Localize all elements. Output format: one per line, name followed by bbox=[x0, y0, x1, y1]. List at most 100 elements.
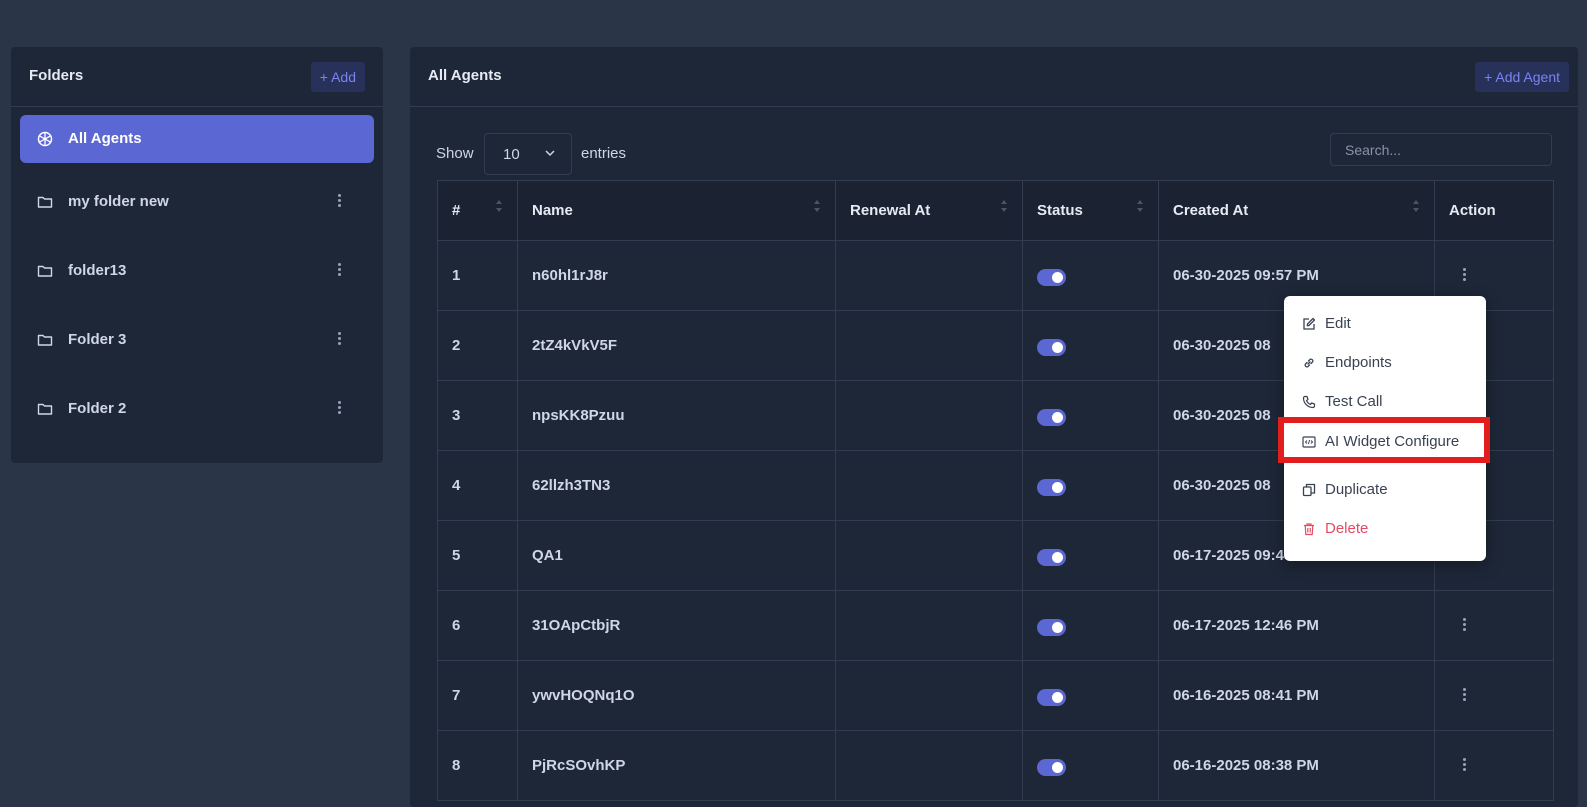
sidebar-item-folder[interactable]: folder13 bbox=[20, 247, 374, 295]
column-header-number[interactable]: # bbox=[437, 180, 518, 241]
cell-name: ywvHOQNq1O bbox=[517, 660, 836, 731]
cell-status bbox=[1022, 240, 1159, 311]
status-toggle[interactable] bbox=[1037, 479, 1066, 496]
column-header-created[interactable]: Created At bbox=[1158, 180, 1435, 241]
entries-select[interactable]: 10 bbox=[484, 133, 572, 175]
cell-renewal bbox=[835, 310, 1023, 381]
cell-name: 31OApCtbjR bbox=[517, 590, 836, 661]
copy-icon bbox=[1302, 483, 1316, 497]
add-agent-button[interactable]: + Add Agent bbox=[1475, 62, 1569, 92]
page-title: All Agents bbox=[428, 67, 502, 84]
cell-action bbox=[1434, 590, 1554, 661]
folders-title: Folders bbox=[29, 67, 84, 84]
entries-value: 10 bbox=[503, 146, 520, 163]
status-toggle[interactable] bbox=[1037, 549, 1066, 566]
cell-renewal bbox=[835, 240, 1023, 311]
status-toggle[interactable] bbox=[1037, 269, 1066, 286]
folder-label: All Agents bbox=[68, 130, 142, 147]
more-options-icon[interactable] bbox=[332, 330, 346, 350]
column-header-name[interactable]: Name bbox=[517, 180, 836, 241]
folder-label: Folder 2 bbox=[68, 400, 127, 417]
sort-icon bbox=[814, 200, 820, 212]
table-row: 7 ywvHOQNq1O 06-16-2025 08:41 PM bbox=[437, 660, 1554, 731]
sidebar-item-all-agents[interactable]: All Agents bbox=[20, 115, 374, 163]
more-options-icon[interactable] bbox=[332, 261, 346, 281]
menu-item-endpoints[interactable]: Endpoints bbox=[1284, 346, 1486, 380]
folders-panel: Folders + Add All Agents my folder new f… bbox=[11, 47, 383, 463]
table-row: 8 PjRcSOvhKP 06-16-2025 08:38 PM bbox=[437, 730, 1554, 801]
row-actions-icon[interactable] bbox=[1457, 756, 1471, 776]
column-header-renewal[interactable]: Renewal At bbox=[835, 180, 1023, 241]
sidebar-item-folder[interactable]: Folder 2 bbox=[20, 385, 374, 433]
cell-status bbox=[1022, 590, 1159, 661]
sidebar-item-folder[interactable]: Folder 3 bbox=[20, 316, 374, 364]
menu-label: Duplicate bbox=[1325, 481, 1388, 498]
highlight-box bbox=[1278, 417, 1490, 463]
row-actions-icon[interactable] bbox=[1457, 686, 1471, 706]
action-menu: Edit Endpoints Test Call AI Widget Confi… bbox=[1278, 296, 1490, 561]
cell-name: 62llzh3TN3 bbox=[517, 450, 836, 521]
cell-name: 2tZ4kVkV5F bbox=[517, 310, 836, 381]
folder-icon bbox=[37, 196, 53, 208]
column-header-action: Action bbox=[1434, 180, 1554, 241]
status-toggle[interactable] bbox=[1037, 619, 1066, 636]
more-options-icon[interactable] bbox=[332, 192, 346, 212]
menu-item-ai-widget-configure[interactable]: AI Widget Configure bbox=[1278, 417, 1490, 463]
sort-icon bbox=[1001, 200, 1007, 212]
cell-name: npsKK8Pzuu bbox=[517, 380, 836, 451]
cell-action bbox=[1434, 660, 1554, 731]
folder-icon bbox=[37, 403, 53, 415]
cell-renewal bbox=[835, 520, 1023, 591]
entries-label: entries bbox=[581, 145, 627, 162]
link-icon bbox=[1304, 358, 1314, 368]
agents-icon bbox=[37, 131, 53, 147]
row-actions-icon[interactable] bbox=[1457, 616, 1471, 636]
status-toggle[interactable] bbox=[1037, 339, 1066, 356]
cell-name: QA1 bbox=[517, 520, 836, 591]
menu-item-test-call[interactable]: Test Call bbox=[1284, 385, 1486, 419]
menu-item-delete[interactable]: Delete bbox=[1284, 512, 1486, 546]
row-actions-icon[interactable] bbox=[1457, 266, 1471, 286]
cell-renewal bbox=[835, 450, 1023, 521]
edit-icon bbox=[1303, 317, 1316, 330]
cell-status bbox=[1022, 730, 1159, 801]
cell-status bbox=[1022, 310, 1159, 381]
sidebar-item-folder[interactable]: my folder new bbox=[20, 178, 374, 226]
cell-number: 8 bbox=[437, 730, 518, 801]
cell-status bbox=[1022, 450, 1159, 521]
folder-icon bbox=[37, 334, 53, 346]
status-toggle[interactable] bbox=[1037, 409, 1066, 426]
cell-created: 06-16-2025 08:41 PM bbox=[1158, 660, 1435, 731]
cell-number: 1 bbox=[437, 240, 518, 311]
cell-action bbox=[1434, 730, 1554, 801]
cell-created: 06-17-2025 12:46 PM bbox=[1158, 590, 1435, 661]
cell-renewal bbox=[835, 380, 1023, 451]
folder-label: folder13 bbox=[68, 262, 127, 279]
cell-number: 2 bbox=[437, 310, 518, 381]
menu-item-duplicate[interactable]: Duplicate bbox=[1284, 473, 1486, 507]
menu-label: Test Call bbox=[1325, 393, 1383, 410]
folder-label: my folder new bbox=[68, 193, 169, 210]
phone-icon bbox=[1302, 395, 1316, 409]
search-input[interactable] bbox=[1330, 133, 1552, 166]
agents-header: All Agents + Add Agent bbox=[410, 47, 1578, 107]
cell-status bbox=[1022, 660, 1159, 731]
menu-label: Endpoints bbox=[1325, 354, 1392, 371]
column-header-status[interactable]: Status bbox=[1022, 180, 1159, 241]
cell-number: 7 bbox=[437, 660, 518, 731]
trash-icon bbox=[1304, 523, 1314, 536]
more-options-icon[interactable] bbox=[332, 399, 346, 419]
cell-status bbox=[1022, 520, 1159, 591]
sort-icon bbox=[1413, 200, 1419, 212]
status-toggle[interactable] bbox=[1037, 689, 1066, 706]
menu-label: Delete bbox=[1325, 520, 1369, 537]
menu-item-edit[interactable]: Edit bbox=[1284, 307, 1486, 341]
cell-name: PjRcSOvhKP bbox=[517, 730, 836, 801]
cell-renewal bbox=[835, 660, 1023, 731]
add-folder-button[interactable]: + Add bbox=[310, 62, 365, 92]
folder-icon bbox=[37, 265, 53, 277]
folders-header: Folders + Add bbox=[11, 47, 383, 107]
status-toggle[interactable] bbox=[1037, 759, 1066, 776]
folder-label: Folder 3 bbox=[68, 331, 127, 348]
table-row: 6 31OApCtbjR 06-17-2025 12:46 PM bbox=[437, 590, 1554, 661]
